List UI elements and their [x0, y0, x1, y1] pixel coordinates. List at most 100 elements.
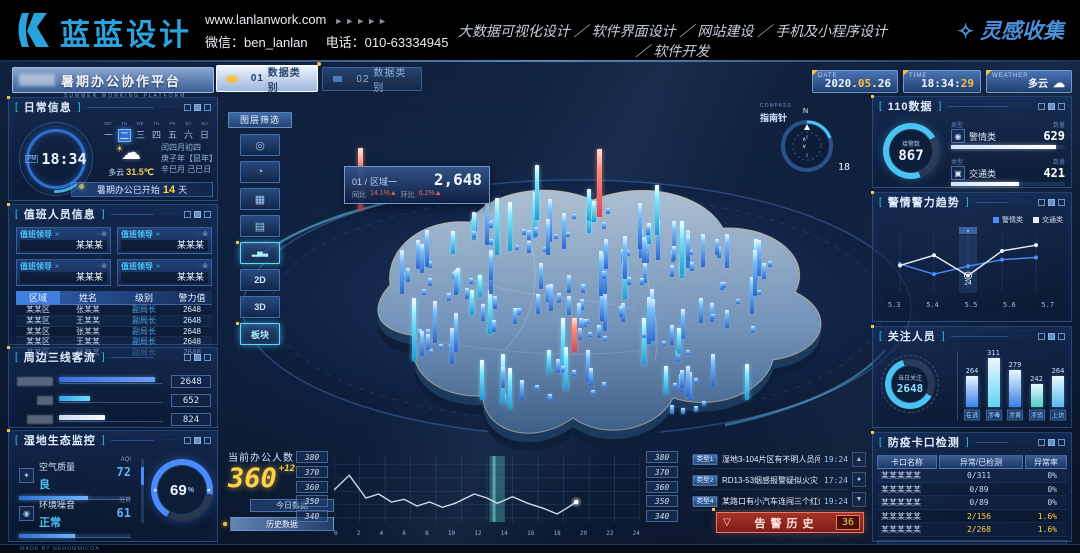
panel-window-icon[interactable] [1048, 199, 1055, 206]
map-bar [567, 275, 571, 293]
panel-expand-icon[interactable] [204, 354, 211, 361]
duty-leader-card[interactable]: 值班领导»··⊗某某某 [117, 227, 212, 254]
panel-minimize-icon[interactable] [184, 211, 191, 218]
eco-slider[interactable] [141, 459, 144, 523]
panel-minimize-icon[interactable] [1038, 199, 1045, 206]
map-bar-alert [597, 149, 602, 217]
panel-minimize-icon[interactable] [1038, 439, 1045, 446]
scroll-down-icon[interactable]: ▼ [852, 492, 866, 507]
map-bar [549, 284, 553, 311]
layer-plate-button[interactable]: 板块 [240, 323, 280, 345]
map-bar [554, 234, 558, 239]
alert-row[interactable]: 类型1湿地3-104片区有不明人员闯入19:24 [692, 451, 848, 469]
table-row: 某某区张某某副局长2648 [16, 305, 212, 316]
map-bar [492, 320, 496, 332]
checkpoint-row[interactable]: 某某某某某0/3110% [877, 469, 1067, 483]
trend-xtick: 5.7 [1041, 301, 1054, 309]
focus-bar-column: 242涉恐 [1028, 375, 1046, 421]
map-bar [745, 364, 749, 400]
flow-row: 2648 [17, 374, 211, 388]
map-bar [556, 359, 560, 373]
weekday-cell: MO一 [101, 121, 116, 142]
tab-data-category-2[interactable]: 02 数据类别 [322, 67, 422, 91]
flow-bar [59, 377, 155, 382]
panel-window-icon[interactable] [194, 211, 201, 218]
scroll-up-icon[interactable]: ▲ [852, 452, 866, 467]
checkpoint-row[interactable]: 某某某某某2/2681.6% [877, 523, 1067, 537]
panel-expand-icon[interactable] [204, 104, 211, 111]
trend-xtick: 5.5 [965, 301, 978, 309]
panel-minimize-icon[interactable] [1038, 103, 1045, 110]
layer-barchart-icon[interactable]: ▂▅▃ [240, 242, 280, 264]
focus-category-tag: 涉黄 [1007, 410, 1023, 421]
website-link[interactable]: www.lanlanwork.com [205, 12, 326, 27]
map-bar [534, 227, 538, 236]
panel-minimize-icon[interactable] [184, 104, 191, 111]
occupancy-line-chart [334, 452, 640, 528]
panel-duty-staff: [值班人员信息]····· 值班领导»··⊗某某某 值班领导»··⊗某某某 值班… [8, 204, 218, 345]
duty-leader-card[interactable]: 值班领导»··⊗某某某 [16, 259, 111, 286]
weekday-cell: FR五 [165, 121, 180, 142]
map-bar [420, 244, 424, 273]
alert-tag: 类型1 [693, 454, 718, 464]
category-bar [951, 145, 1056, 149]
map-bar [655, 185, 659, 235]
map-bar [583, 319, 587, 327]
map-bar [751, 326, 755, 333]
xaxis-tick: 20 [580, 530, 587, 537]
yaxis-tick: 380 [296, 451, 328, 463]
alert-row[interactable]: 类型2RD13-53烟感报警疑似火灾17:24 [692, 472, 848, 490]
panel-expand-icon[interactable] [1058, 199, 1065, 206]
lunar-calendar: 闰四月初四庚子年【鼠年】辛巳月 己巳日 [161, 142, 217, 175]
tab-data-category-1[interactable]: 01 数据类别 [216, 65, 318, 92]
layer-locate-icon[interactable]: ◎ [240, 134, 280, 156]
panel-expand-icon[interactable] [1058, 439, 1065, 446]
air-quality-metric: ✦空气质量良 AQI72 [19, 457, 131, 500]
map-bar [412, 298, 416, 361]
panel-expand-icon[interactable] [1058, 333, 1065, 340]
panel-minimize-icon[interactable] [184, 354, 191, 361]
map-bar [762, 263, 766, 279]
layer-matrix-icon[interactable]: ▦ [240, 188, 280, 210]
alert-history-banner[interactable]: ▽ 告警历史 36 [716, 512, 864, 533]
compass-arrows[interactable]: ∧∨ [802, 137, 806, 151]
alert-row[interactable]: 类型4某路口有小汽车连闯三个红灯19:24 [692, 493, 848, 511]
compass-ring[interactable] [776, 115, 838, 177]
panel-expand-icon[interactable] [1058, 103, 1065, 110]
date-plate: DATE 2020.05.26 [812, 70, 898, 93]
panel-window-icon[interactable] [194, 104, 201, 111]
layer-filter-toolbar: 图层筛选 ◎ ◔ ▦ ▤ ▂▅▃ 2D 3D 板块 [228, 112, 292, 345]
map-bar [725, 310, 729, 328]
map-bar [592, 201, 596, 222]
map-bar [515, 245, 519, 250]
map-bar [670, 265, 674, 277]
panel-minimize-icon[interactable] [184, 437, 191, 444]
layer-list-icon[interactable]: ▤ [240, 215, 280, 237]
layer-2d-button[interactable]: 2D [240, 269, 280, 291]
panel-window-icon[interactable] [1048, 103, 1055, 110]
panel-minimize-icon[interactable] [1038, 333, 1045, 340]
scroll-dot-icon[interactable]: ● [852, 472, 866, 487]
duty-leader-card[interactable]: 值班领导»··⊗某某某 [117, 259, 212, 286]
focus-bar [1052, 376, 1064, 407]
panel-window-icon[interactable] [194, 354, 201, 361]
trend-xtick: 5.6 [1003, 301, 1016, 309]
weekday-cell: TH四 [149, 121, 164, 142]
screenshot-root: 蓝蓝设计 www.lanlanwork.com►►►►► 微信：ben_lanl… [0, 0, 1080, 553]
panel-expand-icon[interactable] [204, 437, 211, 444]
panel-window-icon[interactable] [194, 437, 201, 444]
layer-3d-button[interactable]: 3D [240, 296, 280, 318]
panel-window-icon[interactable] [1048, 439, 1055, 446]
checkpoint-row[interactable]: 某某某某某2/1561.6% [877, 510, 1067, 524]
layer-radar-icon[interactable]: ◔ [240, 161, 280, 183]
weekday-cell: TU二 [117, 121, 132, 142]
map-bar [606, 208, 610, 214]
checkpoint-row[interactable]: 某某某某某0/890% [877, 483, 1067, 497]
yaxis-tick: 360 [646, 481, 678, 493]
duty-leader-card[interactable]: 值班领导»··⊗某某某 [16, 227, 111, 254]
checkpoint-row[interactable]: 某某某某某0/890% [877, 496, 1067, 510]
map-bar [699, 298, 703, 323]
panel-110-data: [110数据]····· 接警数867 类型数量 ◉警情类629 类型数量 ▣交… [872, 96, 1072, 188]
panel-expand-icon[interactable] [204, 211, 211, 218]
panel-window-icon[interactable] [1048, 333, 1055, 340]
